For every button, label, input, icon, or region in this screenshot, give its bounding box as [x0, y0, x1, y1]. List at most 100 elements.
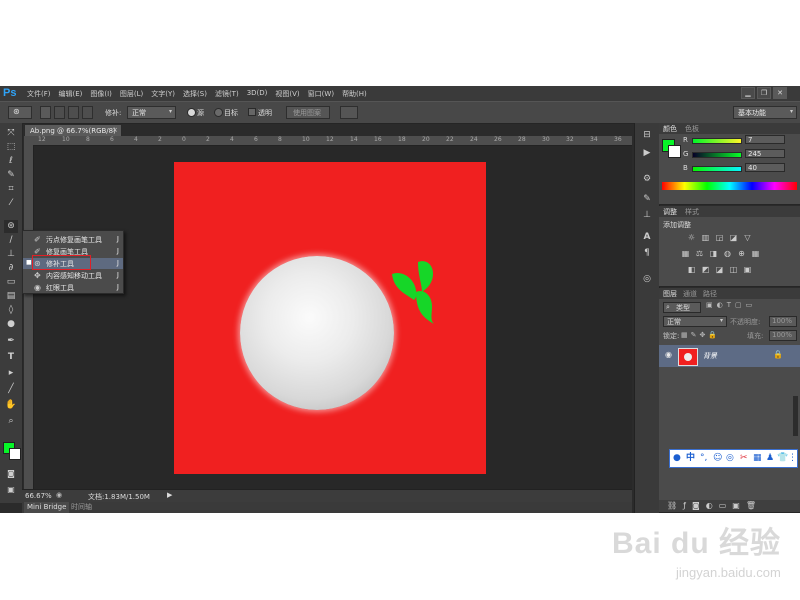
status-menu-arrow-icon[interactable]: ▶	[167, 491, 172, 499]
layer-filter-icons[interactable]: ▣◐T▢▭	[706, 301, 756, 309]
selective-color-icon[interactable]: ◫	[729, 265, 738, 274]
ime-user-icon[interactable]: ♟	[766, 452, 774, 464]
exposure-icon[interactable]: ◪	[729, 233, 738, 242]
channel-b-value[interactable]: 40	[745, 163, 785, 172]
channel-g-value[interactable]: 245	[745, 149, 785, 158]
blend-mode-select[interactable]: 正常 ▾	[663, 316, 727, 327]
channel-r-slider[interactable]	[692, 138, 742, 144]
tab-swatches[interactable]: 色板	[685, 124, 699, 134]
panel-scrollbar[interactable]	[793, 396, 798, 436]
threshold-icon[interactable]: ◪	[715, 265, 724, 274]
pattern-picker[interactable]	[340, 106, 358, 119]
eye-icon[interactable]: ◉	[665, 350, 672, 359]
restore-button[interactable]: ❐	[757, 87, 771, 99]
menu-edit[interactable]: 编辑(E)	[59, 89, 83, 99]
menu-image[interactable]: 图像(I)	[90, 89, 112, 99]
move-tool-icon[interactable]: ⤧	[4, 127, 18, 140]
tab-layers[interactable]: 图层	[663, 289, 677, 299]
photo-filter-icon[interactable]: ◍	[723, 249, 732, 258]
tab-mini-bridge[interactable]: Mini Bridge	[24, 502, 70, 513]
paragraph-panel-icon[interactable]: ¶	[641, 247, 653, 259]
brush-panel-icon[interactable]: ✎	[641, 193, 653, 205]
patch-mode-select[interactable]: 正常 ▾	[127, 106, 176, 119]
opacity-field[interactable]: 100%	[769, 316, 797, 327]
destination-radio[interactable]	[214, 108, 223, 117]
screen-mode-icon[interactable]: ▣	[4, 483, 18, 496]
ime-lang-toggle[interactable]: 中	[686, 452, 695, 464]
use-pattern-button[interactable]: 使用图案	[286, 106, 330, 119]
channel-g-slider[interactable]	[692, 152, 742, 158]
menu-help[interactable]: 帮助(H)	[342, 89, 367, 99]
line-tool-icon[interactable]: ╱	[4, 383, 18, 396]
lasso-tool-icon[interactable]: ℓ	[4, 155, 18, 168]
invert-icon[interactable]: ◧	[687, 265, 696, 274]
type-tool-icon[interactable]: T	[4, 351, 18, 364]
eyedropper-tool-icon[interactable]: ⁄	[4, 197, 18, 210]
levels-icon[interactable]: ▥	[701, 233, 710, 242]
close-document-icon[interactable]: ×	[112, 126, 118, 134]
tab-styles[interactable]: 样式	[685, 207, 699, 217]
gradient-map-icon[interactable]: ▣	[743, 265, 752, 274]
ime-punct-icon[interactable]: °,	[700, 452, 707, 464]
actions-panel-icon[interactable]: ▶	[641, 147, 653, 159]
quick-mask-icon[interactable]: ◙	[4, 467, 18, 480]
transparent-checkbox[interactable]	[248, 108, 256, 116]
blur-tool-icon[interactable]: ◊	[4, 304, 18, 317]
flyout-item-red-eye[interactable]: ◉ 红眼工具 J	[23, 282, 123, 293]
crop-tool-icon[interactable]: ⌗	[4, 183, 18, 196]
background-color-swatch[interactable]	[9, 448, 21, 460]
layer-footer-icons[interactable]: ⛓ƒ◙◐▭▣🗑	[667, 501, 762, 510]
gradient-tool-icon[interactable]: ▤	[4, 290, 18, 303]
menu-filter[interactable]: 滤镜(T)	[215, 89, 239, 99]
tab-channels[interactable]: 通道	[683, 289, 697, 299]
channel-b-slider[interactable]	[692, 166, 742, 172]
intersect-selection-icon[interactable]	[82, 106, 93, 119]
brightness-icon[interactable]: ☼	[687, 233, 696, 242]
ime-voice-icon[interactable]: ◎	[726, 452, 734, 464]
tab-adjustments[interactable]: 调整	[663, 207, 677, 217]
channel-mixer-icon[interactable]: ⊕	[737, 249, 746, 258]
lock-icons[interactable]: ▦✎✥🔒	[681, 331, 720, 339]
source-radio[interactable]	[187, 108, 196, 117]
quick-selection-tool-icon[interactable]: ✎	[4, 169, 18, 182]
stamp-tool-icon[interactable]: ⊥	[4, 248, 18, 261]
eraser-tool-icon[interactable]: ▭	[4, 276, 18, 289]
history-panel-icon[interactable]: ⊟	[641, 129, 653, 141]
history-brush-tool-icon[interactable]: ∂	[4, 262, 18, 275]
channel-r-value[interactable]: 7	[745, 135, 785, 144]
subtract-selection-icon[interactable]	[68, 106, 79, 119]
tool-presets-icon[interactable]: ⚙	[641, 173, 653, 185]
ime-tools-icon[interactable]: ✂	[740, 452, 748, 464]
clone-source-icon[interactable]: ⊥	[641, 209, 653, 221]
tab-paths[interactable]: 路径	[703, 289, 717, 299]
character-panel-icon[interactable]: A	[641, 231, 653, 243]
ime-menu-icon[interactable]: ⋮	[788, 452, 797, 464]
hand-tool-icon[interactable]: ✋	[4, 399, 18, 412]
menu-select[interactable]: 选择(S)	[183, 89, 207, 99]
tool-preset-picker[interactable]: ⊛	[8, 106, 32, 119]
brush-tool-icon[interactable]: ∕	[4, 234, 18, 247]
tab-color[interactable]: 颜色	[663, 124, 677, 134]
black-white-icon[interactable]: ◨	[709, 249, 718, 258]
workspace-select[interactable]: 基本功能 ▾	[733, 106, 797, 119]
posterize-icon[interactable]: ◩	[701, 265, 710, 274]
close-window-button[interactable]: ✕	[773, 87, 787, 99]
ime-skin-icon[interactable]: 👕	[777, 452, 788, 464]
add-selection-icon[interactable]	[54, 106, 65, 119]
ime-emoji-icon[interactable]: ☺	[713, 452, 722, 464]
3d-panel-icon[interactable]: ◎	[641, 273, 653, 285]
curves-icon[interactable]: ◲	[715, 233, 724, 242]
vibrance-icon[interactable]: ▽	[743, 233, 752, 242]
ime-grid-icon[interactable]: ▦	[753, 452, 762, 464]
hue-saturation-icon[interactable]: ▦	[681, 249, 690, 258]
path-selection-tool-icon[interactable]: ▸	[4, 367, 18, 380]
zoom-tool-icon[interactable]: ⌕	[4, 415, 18, 428]
menu-view[interactable]: 视图(V)	[275, 89, 299, 99]
flyout-item-content-aware-move[interactable]: ✥ 内容感知移动工具 J	[23, 270, 123, 281]
healing-tool-icon[interactable]: ⊛	[4, 220, 18, 233]
menu-3d[interactable]: 3D(D)	[247, 89, 268, 99]
menu-file[interactable]: 文件(F)	[27, 89, 51, 99]
layer-row-background[interactable]: ◉ 背景 🔒	[659, 345, 800, 367]
minimize-button[interactable]: ▁	[741, 87, 755, 99]
marquee-tool-icon[interactable]: ⬚	[4, 141, 18, 154]
